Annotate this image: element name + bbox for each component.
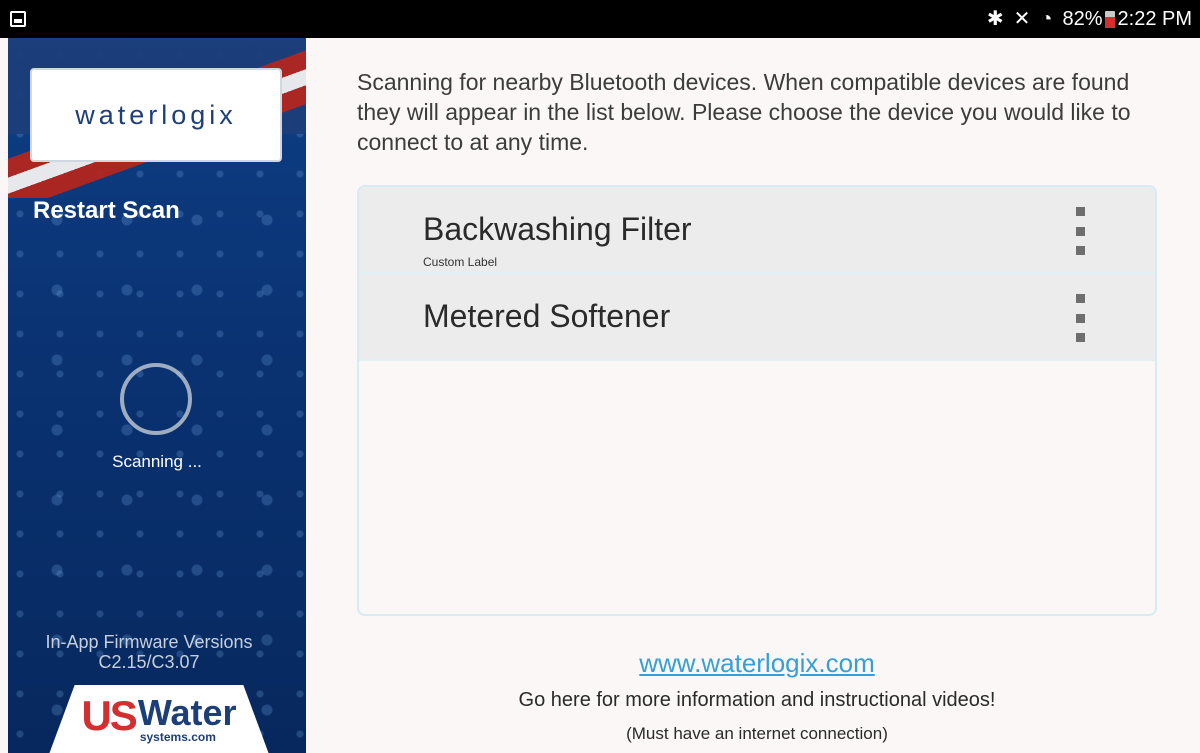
- restart-scan-button[interactable]: Restart Scan: [33, 197, 180, 225]
- status-bar: ✱ ✕ ◔ 82% 2:22 PM: [0, 0, 1200, 38]
- overflow-menu-icon[interactable]: [1075, 294, 1085, 342]
- overflow-menu-icon[interactable]: [1075, 207, 1085, 255]
- status-right: ✱ ✕ ◔ 82% 2:22 PM: [987, 8, 1192, 31]
- waterlogix-logo: waterlogix: [30, 68, 282, 162]
- device-row-metered-softener[interactable]: Metered Softener: [359, 274, 1155, 361]
- intro-text: Scanning for nearby Bluetooth devices. W…: [357, 69, 1131, 155]
- brand-us: US: [81, 692, 137, 739]
- brand-domain: systems.com: [139, 730, 216, 744]
- website-link[interactable]: www.waterlogix.com: [357, 648, 1157, 679]
- gallery-icon: [10, 11, 26, 27]
- battery-group: 82% 2:22 PM: [1062, 8, 1192, 31]
- logo-text: waterlogix: [75, 99, 237, 130]
- status-time: 2:22 PM: [1117, 7, 1192, 30]
- device-name: Metered Softener: [423, 298, 671, 334]
- battery-percent: 82%: [1062, 7, 1103, 30]
- device-row-backwashing-filter[interactable]: Backwashing Filter Custom Label: [359, 187, 1155, 274]
- sidebar: waterlogix Restart Scan Scanning ... In-…: [8, 38, 306, 753]
- note-text: (Must have an internet connection): [626, 724, 888, 743]
- us-water-logo: US Water systems.com: [48, 685, 270, 753]
- bluetooth-icon: ✱: [986, 8, 1004, 30]
- wifi-icon: ◔: [1040, 8, 1053, 30]
- mute-icon: ✕: [1013, 8, 1031, 30]
- info-text: Go here for more information and instruc…: [518, 689, 996, 711]
- firmware-title: In-App Firmware Versions: [45, 632, 253, 652]
- firmware-versions: C2.15/C3.07: [98, 652, 200, 672]
- device-label: Custom Label: [423, 255, 498, 269]
- scanning-label: Scanning ...: [112, 452, 202, 471]
- brand-water: Water: [137, 692, 237, 733]
- loading-spinner-icon: [120, 363, 192, 435]
- device-name: Backwashing Filter: [423, 211, 692, 247]
- device-list: Backwashing Filter Custom Label Metered …: [357, 185, 1157, 616]
- battery-icon: [1104, 10, 1115, 28]
- brand-rest: Water systems.com: [137, 692, 237, 744]
- status-left: [10, 11, 26, 27]
